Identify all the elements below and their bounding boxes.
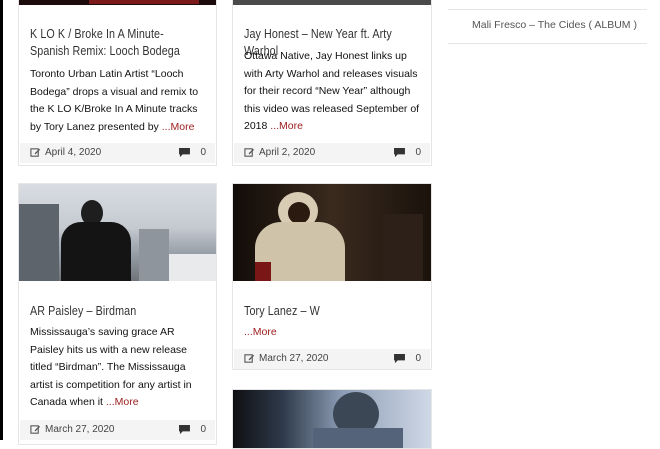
- window-edge: [0, 0, 3, 440]
- edit-calendar-icon: [244, 148, 255, 157]
- post-meta-bar: April 4, 2020 0: [20, 143, 215, 163]
- read-more-link[interactable]: ...More: [270, 120, 303, 132]
- post-thumbnail[interactable]: [19, 0, 216, 5]
- sidebar-divider: [448, 9, 647, 10]
- post-date: March 27, 2020: [259, 353, 329, 364]
- post-date: April 4, 2020: [45, 147, 102, 158]
- post-thumbnail[interactable]: [233, 184, 431, 281]
- post-meta-bar: March 27, 2020 0: [20, 420, 215, 440]
- post-thumbnail[interactable]: [19, 184, 216, 281]
- comment-count[interactable]: 0: [415, 353, 421, 364]
- post-card[interactable]: Tory Lanez – W ...More March 27, 2020 0: [232, 183, 432, 370]
- edit-calendar-icon: [30, 425, 41, 434]
- post-card[interactable]: AR Paisley – Birdman Mississauga’s savin…: [18, 183, 217, 445]
- post-meta-bar: March 27, 2020 0: [234, 349, 430, 369]
- post-excerpt: Mississauga’s saving grace AR Paisley hi…: [30, 324, 208, 412]
- edit-calendar-icon: [30, 148, 41, 157]
- post-card[interactable]: K LO K / Broke In A Minute- Spanish Remi…: [18, 0, 217, 166]
- read-more-link[interactable]: ...More: [162, 121, 195, 133]
- comment-count[interactable]: 0: [200, 424, 206, 435]
- sidebar-album-link[interactable]: Mali Fresco – The Cides ( ALBUM ): [472, 19, 637, 31]
- post-excerpt: Ottawa Native, Jay Honest links up with …: [244, 48, 423, 136]
- post-date: March 27, 2020: [45, 424, 115, 435]
- post-card[interactable]: [232, 389, 432, 449]
- post-excerpt: Toronto Urban Latin Artist “Looch Bodega…: [30, 66, 208, 136]
- post-title[interactable]: AR Paisley – Birdman: [30, 303, 181, 320]
- comment-count[interactable]: 0: [415, 147, 421, 158]
- read-more-link[interactable]: ...More: [106, 396, 139, 408]
- speech-bubble-icon[interactable]: [394, 354, 405, 364]
- edit-calendar-icon: [244, 354, 255, 363]
- post-title[interactable]: K LO K / Broke In A Minute- Spanish Remi…: [30, 26, 181, 60]
- comment-count[interactable]: 0: [200, 147, 206, 158]
- post-excerpt: ...More: [244, 324, 423, 342]
- read-more-link[interactable]: ...More: [244, 326, 277, 338]
- post-meta-bar: April 2, 2020 0: [234, 143, 430, 163]
- post-date: April 2, 2020: [259, 147, 316, 158]
- speech-bubble-icon[interactable]: [394, 148, 405, 158]
- speech-bubble-icon[interactable]: [179, 425, 190, 435]
- post-thumbnail[interactable]: [233, 390, 431, 448]
- post-thumbnail[interactable]: [233, 0, 431, 5]
- post-card[interactable]: Jay Honest – New Year ft. Arty Warhol Ot…: [232, 0, 432, 166]
- post-title[interactable]: Tory Lanez – W: [244, 303, 396, 320]
- sidebar-divider: [448, 43, 647, 44]
- speech-bubble-icon[interactable]: [179, 148, 190, 158]
